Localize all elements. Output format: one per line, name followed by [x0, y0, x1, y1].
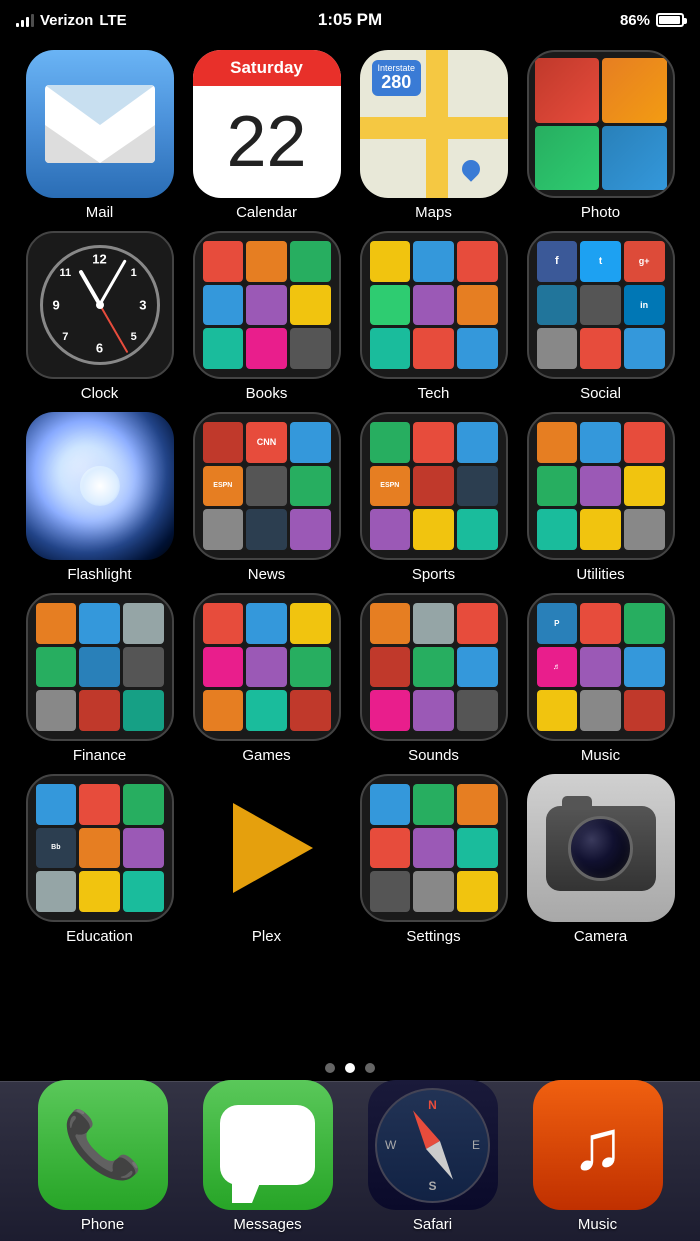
app-utilities[interactable]: Utilities [521, 412, 680, 583]
finance-icon [26, 593, 174, 741]
app-flashlight[interactable]: Flashlight [20, 412, 179, 583]
games-icon [193, 593, 341, 741]
tech-icon [360, 231, 508, 379]
app-books[interactable]: Books [187, 231, 346, 402]
music-dock-label: Music [578, 1216, 617, 1233]
app-camera[interactable]: Camera [521, 774, 680, 945]
status-time: 1:05 PM [318, 10, 382, 30]
social-icon: f t g+ in [527, 231, 675, 379]
page-dots [0, 1063, 700, 1073]
phone-label: Phone [81, 1216, 124, 1233]
carrier-signal: Verizon LTE [16, 12, 127, 29]
sports-icon: ESPN [360, 412, 508, 560]
photo-icon [527, 50, 675, 198]
safari-icon: N S E W [368, 1080, 498, 1210]
news-icon: CNN ESPN [193, 412, 341, 560]
status-bar: Verizon LTE 1:05 PM 86% [0, 0, 700, 40]
app-photo[interactable]: Photo [521, 50, 680, 221]
utilities-icon [527, 412, 675, 560]
dock-music[interactable]: ♫ Music [533, 1080, 663, 1233]
phone-icon: 📞 [38, 1080, 168, 1210]
social-label: Social [580, 385, 621, 402]
app-calendar[interactable]: Saturday 22 Calendar [187, 50, 346, 221]
page-dot-1[interactable] [325, 1063, 335, 1073]
sports-label: Sports [412, 566, 455, 583]
education-icon: Bb [26, 774, 174, 922]
carrier-name: Verizon [40, 12, 93, 29]
compass: N S E W [375, 1088, 490, 1203]
books-icon [193, 231, 341, 379]
app-social[interactable]: f t g+ in Social [521, 231, 680, 402]
photo-label: Photo [581, 204, 620, 221]
battery-info: 86% [620, 12, 684, 29]
app-mail[interactable]: Mail [20, 50, 179, 221]
signal-icon [16, 13, 34, 27]
music-label: Music [581, 747, 620, 764]
app-maps[interactable]: Interstate 280 Maps [354, 50, 513, 221]
dock-safari[interactable]: N S E W Safari [368, 1080, 498, 1233]
app-tech[interactable]: Tech [354, 231, 513, 402]
sounds-icon [360, 593, 508, 741]
message-bubble [220, 1105, 315, 1185]
settings-icon [360, 774, 508, 922]
clock-label: Clock [81, 385, 119, 402]
messages-label: Messages [233, 1216, 301, 1233]
music-note-symbol: ♫ [571, 1105, 624, 1185]
mail-icon [26, 50, 174, 198]
plex-label: Plex [252, 928, 281, 945]
phone-symbol: 📞 [62, 1107, 143, 1183]
maps-icon: Interstate 280 [360, 50, 508, 198]
flashlight-label: Flashlight [67, 566, 131, 583]
music-icon: P ♬ [527, 593, 675, 741]
news-label: News [248, 566, 286, 583]
calendar-day: 22 [226, 106, 306, 178]
finance-label: Finance [73, 747, 126, 764]
tech-label: Tech [418, 385, 450, 402]
dock-messages[interactable]: Messages [203, 1080, 333, 1233]
calendar-month: Saturday [193, 50, 341, 86]
app-plex[interactable]: Plex [187, 774, 346, 945]
mail-label: Mail [86, 204, 114, 221]
app-grid: Mail Saturday 22 Calendar Interstate 280… [0, 40, 700, 955]
camera-icon [527, 774, 675, 922]
camera-label: Camera [574, 928, 627, 945]
app-news[interactable]: CNN ESPN News [187, 412, 346, 583]
network-type: LTE [99, 12, 126, 29]
app-sports[interactable]: ESPN Sports [354, 412, 513, 583]
map-pin-icon [462, 160, 480, 178]
app-clock[interactable]: 12 1 11 3 9 5 7 6 Clock [20, 231, 179, 402]
clock-icon: 12 1 11 3 9 5 7 6 [26, 231, 174, 379]
app-finance[interactable]: Finance [20, 593, 179, 764]
clock-face: 12 1 11 3 9 5 7 6 [40, 245, 160, 365]
page-dot-2[interactable] [345, 1063, 355, 1073]
calendar-body: 22 [193, 86, 341, 198]
maps-label: Maps [415, 204, 452, 221]
music-dock-icon: ♫ [533, 1080, 663, 1210]
calendar-icon: Saturday 22 [193, 50, 341, 198]
app-sounds[interactable]: Sounds [354, 593, 513, 764]
settings-label: Settings [406, 928, 460, 945]
app-music[interactable]: P ♬ Music [521, 593, 680, 764]
map-highway-sign: Interstate 280 [372, 60, 422, 96]
dock: 📞 Phone Messages N S E W Safari ♫ Music [0, 1081, 700, 1241]
plex-icon [193, 774, 341, 922]
page-dot-3[interactable] [365, 1063, 375, 1073]
battery-icon [656, 13, 684, 27]
dock-phone[interactable]: 📞 Phone [38, 1080, 168, 1233]
books-label: Books [246, 385, 288, 402]
safari-label: Safari [413, 1216, 452, 1233]
battery-percent: 86% [620, 12, 650, 29]
messages-icon [203, 1080, 333, 1210]
sounds-label: Sounds [408, 747, 459, 764]
calendar-label: Calendar [236, 204, 297, 221]
app-settings[interactable]: Settings [354, 774, 513, 945]
education-label: Education [66, 928, 133, 945]
flashlight-icon [26, 412, 174, 560]
games-label: Games [242, 747, 290, 764]
app-games[interactable]: Games [187, 593, 346, 764]
app-education[interactable]: Bb Education [20, 774, 179, 945]
utilities-label: Utilities [576, 566, 624, 583]
